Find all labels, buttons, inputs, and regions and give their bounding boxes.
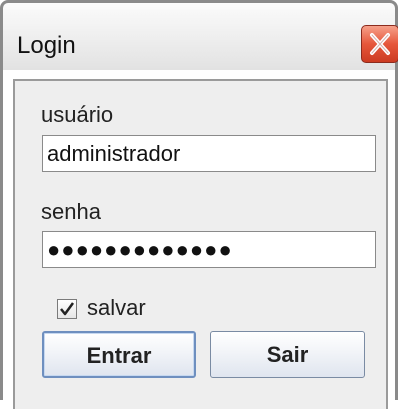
checkmark-icon	[60, 302, 75, 316]
exit-button[interactable]: Sair	[210, 331, 365, 378]
enter-button[interactable]: Entrar	[42, 331, 196, 378]
login-dialog: Login usuário administrador senha ●●●●●●…	[0, 0, 398, 409]
window-title: Login	[17, 32, 76, 59]
username-label: usuário	[41, 102, 114, 127]
close-button[interactable]	[361, 25, 398, 63]
username-field[interactable]: administrador	[42, 135, 376, 172]
remember-checkbox[interactable]	[57, 299, 77, 319]
password-label: senha	[41, 199, 101, 224]
login-panel: usuário administrador senha ●●●●●●●●●●●●…	[13, 79, 388, 409]
close-icon	[370, 33, 390, 55]
window-frame: usuário administrador senha ●●●●●●●●●●●●…	[0, 70, 398, 409]
remember-label[interactable]: salvar	[87, 295, 146, 321]
password-field[interactable]: ●●●●●●●●●●●●●	[42, 231, 376, 268]
title-bar[interactable]: Login	[0, 0, 398, 70]
